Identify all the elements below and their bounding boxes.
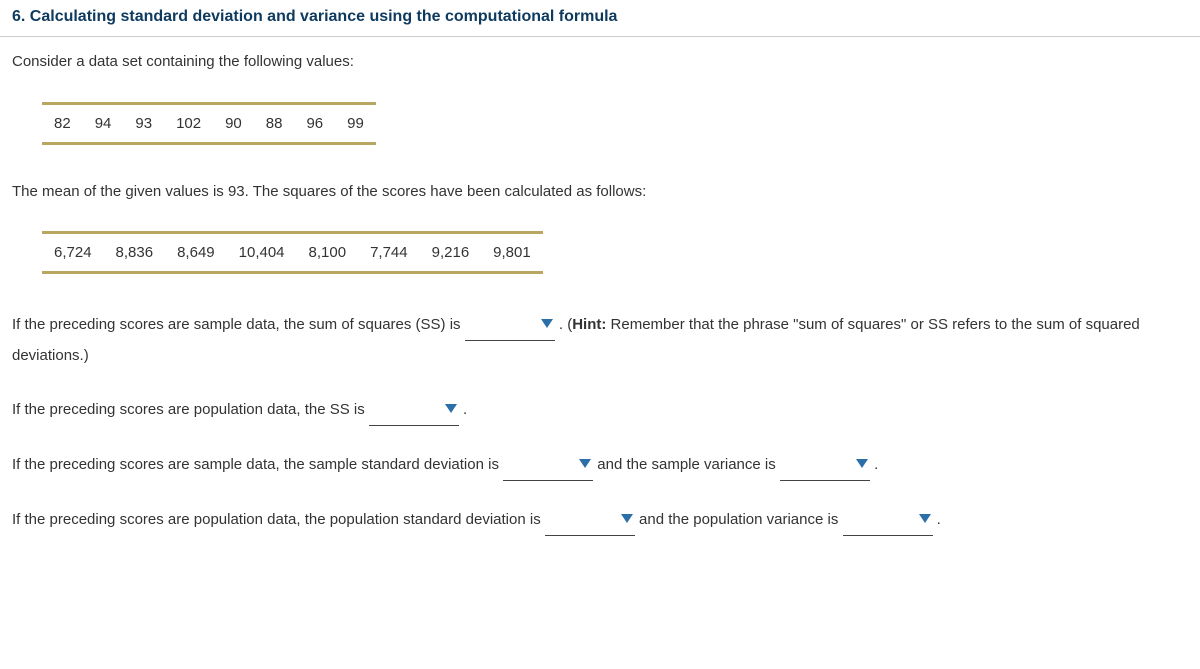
question-heading: 6. Calculating standard deviation and va… [0,0,1200,37]
q1-text-b: . ( [555,316,573,333]
value-cell: 82 [42,103,83,143]
q3-text-b: and the sample variance is [593,456,780,473]
square-cell: 6,724 [42,233,104,273]
question-1: If the preceding scores are sample data,… [12,310,1188,371]
value-cell: 90 [213,103,254,143]
chevron-down-icon [579,459,591,469]
content-area: Consider a data set containing the follo… [0,37,1200,550]
chevron-down-icon [856,459,868,469]
blank-population-ss[interactable] [369,395,459,426]
value-cell: 93 [123,103,164,143]
value-cell: 99 [335,103,376,143]
q4-text-c: . [933,511,941,528]
square-cell: 9,216 [420,233,482,273]
chevron-down-icon [541,319,553,329]
question-2: If the preceding scores are population d… [12,395,1188,426]
intro-text: Consider a data set containing the follo… [12,51,1188,74]
q2-text-b: . [459,401,467,418]
square-cell: 8,100 [297,233,359,273]
squares-table: 6,724 8,836 8,649 10,404 8,100 7,744 9,2… [42,231,543,274]
value-cell: 96 [294,103,335,143]
question-3: If the preceding scores are sample data,… [12,450,1188,481]
question-4: If the preceding scores are population d… [12,505,1188,536]
mean-text: The mean of the given values is 93. The … [12,181,1188,204]
value-cell: 102 [164,103,213,143]
square-cell: 10,404 [227,233,297,273]
hint-label: Hint: [572,316,606,333]
q1-text-a: If the preceding scores are sample data,… [12,316,465,333]
blank-population-variance[interactable] [843,505,933,536]
square-cell: 7,744 [358,233,420,273]
chevron-down-icon [919,514,931,524]
blank-sample-sd[interactable] [503,450,593,481]
q2-text-a: If the preceding scores are population d… [12,401,369,418]
values-table: 82 94 93 102 90 88 96 99 [42,102,376,145]
value-cell: 88 [254,103,295,143]
q4-text-b: and the population variance is [635,511,843,528]
q4-text-a: If the preceding scores are population d… [12,511,545,528]
blank-population-sd[interactable] [545,505,635,536]
square-cell: 9,801 [481,233,543,273]
blank-sample-ss[interactable] [465,310,555,341]
values-row: 82 94 93 102 90 88 96 99 [42,103,376,143]
square-cell: 8,649 [165,233,227,273]
value-cell: 94 [83,103,124,143]
squares-row: 6,724 8,836 8,649 10,404 8,100 7,744 9,2… [42,233,543,273]
square-cell: 8,836 [104,233,166,273]
chevron-down-icon [445,404,457,414]
q3-text-a: If the preceding scores are sample data,… [12,456,503,473]
chevron-down-icon [621,514,633,524]
blank-sample-variance[interactable] [780,450,870,481]
q3-text-c: . [870,456,878,473]
